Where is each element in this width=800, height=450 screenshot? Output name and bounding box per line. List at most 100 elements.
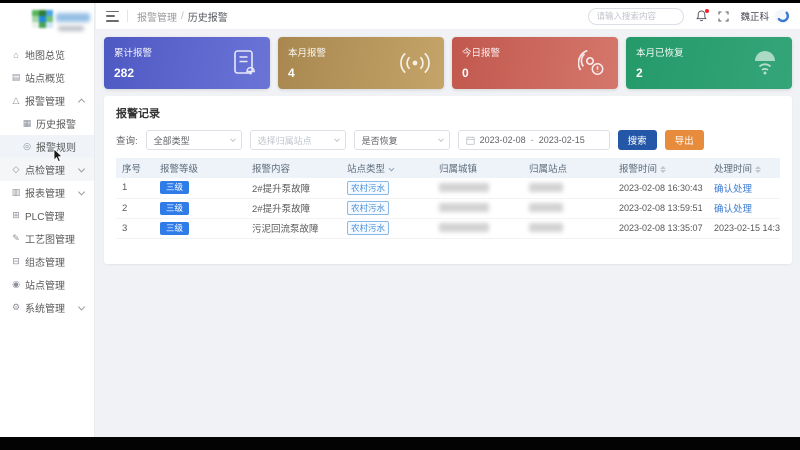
query-label: 查询:	[116, 136, 138, 147]
breadcrumb-parent[interactable]: 报警管理	[137, 9, 177, 24]
global-search[interactable]	[588, 7, 685, 25]
panel-title: 报警记录	[116, 108, 160, 120]
sidebar-item-label: 站点概览	[25, 74, 65, 85]
stat-card-total-alarms: 累计报警 282	[104, 37, 270, 89]
chevron-down-icon	[333, 136, 340, 143]
sidebar-item-label: 报警规则	[36, 143, 76, 154]
filter-chevron-icon[interactable]	[388, 165, 395, 172]
censored-site	[529, 183, 563, 193]
sidebar-item-label: 地图总览	[25, 51, 65, 62]
sort-icon[interactable]	[660, 165, 667, 173]
col-handle-time[interactable]: 处理时间	[708, 158, 780, 178]
col-site-type[interactable]: 站点类型	[341, 158, 433, 178]
censored-site	[529, 203, 563, 213]
alarm-type-select[interactable]: 全部类型	[145, 130, 242, 150]
confirm-handle-link[interactable]: 确认处理	[714, 204, 752, 215]
table-row: 2 三级 2#提升泵故障 农村污水 2023-02-08 13:59:51 确认…	[116, 198, 780, 219]
sidebar-item-site-overview[interactable]: ▤ 站点概览	[0, 66, 94, 89]
cell-handle-time: 2023-02-15 14:34:10	[708, 218, 780, 239]
collapse-menu-icon[interactable]	[106, 10, 119, 22]
sidebar-item-alarm-management[interactable]: △ 报警管理	[0, 89, 94, 112]
username[interactable]: 魏正科	[740, 9, 769, 23]
table-row: 1 三级 2#提升泵故障 农村污水 2023-02-08 16:30:43 确认…	[116, 178, 780, 199]
censored-town	[439, 223, 489, 233]
alarm-records-table: 序号 报警等级 报警内容 站点类型 归属城镇 归属站点 报警时间 处理时间 1 …	[116, 158, 780, 239]
cell-content: 2#提升泵故障	[246, 178, 341, 199]
censored-site	[529, 223, 563, 233]
cell-no: 3	[116, 218, 154, 239]
app-logo	[0, 3, 94, 37]
sort-icon[interactable]	[755, 165, 762, 173]
sidebar-item-process-diagram-management[interactable]: ✎ 工艺图管理	[0, 227, 94, 250]
configuration-icon: ⊟	[12, 256, 20, 266]
export-button[interactable]: 导出	[664, 130, 704, 150]
sidebar-item-inspection-management[interactable]: ◇ 点检管理	[0, 158, 94, 181]
level-badge: 三级	[160, 201, 190, 215]
search-input[interactable]	[596, 11, 677, 21]
date-end: 2023-02-15	[538, 135, 585, 145]
stat-card-today-alarms: 今日报警 0	[452, 37, 618, 89]
broadcast-icon	[400, 52, 430, 74]
alarm-type-select-value: 全部类型	[153, 135, 190, 146]
confirm-handle-link[interactable]: 确认处理	[714, 184, 752, 195]
cell-alarm-time: 2023-02-08 13:59:51	[613, 198, 708, 219]
history-alarm-icon: ▦	[22, 118, 32, 128]
recover-status-select[interactable]: 是否恢复	[353, 130, 450, 150]
sidebar-item-alarm-rules[interactable]: ◎ 报警规则	[0, 135, 94, 158]
chevron-down-icon	[437, 136, 444, 143]
sidebar-item-label: 站点管理	[25, 281, 65, 292]
sidebar-item-label: 历史报警	[36, 120, 76, 131]
sidebar-item-label: PLC管理	[25, 212, 65, 223]
map-icon: ⌂	[13, 49, 19, 60]
alert-signal-icon	[578, 49, 604, 75]
logo-subtext-blurred	[58, 26, 84, 31]
stat-card-recovered: 本月已恢复 2	[626, 37, 792, 89]
sidebar-item-label: 工艺图管理	[25, 235, 75, 246]
col-content: 报警内容	[246, 158, 341, 178]
logo-pixel-mark	[32, 10, 53, 28]
cell-content: 2#提升泵故障	[246, 198, 341, 219]
date-range-picker[interactable]: 2023-02-08 - 2023-02-15	[457, 130, 610, 150]
col-site: 归属站点	[523, 158, 613, 178]
sidebar-item-system-management[interactable]: ⚙ 系统管理	[0, 296, 94, 319]
breadcrumb-current: 历史报警	[187, 12, 228, 24]
process-diagram-icon: ✎	[12, 233, 20, 243]
col-alarm-time[interactable]: 报警时间	[613, 158, 708, 178]
search-button[interactable]: 搜索	[617, 130, 657, 150]
site-select[interactable]: 选择归属站点	[249, 130, 346, 150]
sidebar-item-site-management[interactable]: ◉ 站点管理	[0, 273, 94, 296]
system-icon: ⚙	[11, 302, 21, 312]
calendar-icon	[465, 135, 475, 145]
level-badge: 三级	[160, 181, 190, 195]
sidebar-item-map-overview[interactable]: ⌂ 地图总览	[0, 43, 94, 66]
site-type-tag: 农村污水	[347, 201, 390, 215]
alarm-document-icon	[234, 50, 255, 75]
chevron-down-icon	[77, 187, 86, 196]
sidebar-item-history-alarms[interactable]: ▦ 历史报警	[0, 112, 94, 135]
letterbox-bottom	[0, 437, 800, 450]
sidebar-item-label: 点检管理	[25, 166, 65, 177]
site-type-tag: 农村污水	[347, 221, 390, 235]
chevron-down-icon	[77, 302, 86, 311]
avatar[interactable]	[775, 8, 790, 24]
level-badge: 三级	[160, 221, 190, 235]
recover-status-select-value: 是否恢复	[361, 135, 398, 146]
notification-bell-icon[interactable]	[696, 9, 710, 22]
recovered-icon	[755, 51, 775, 75]
censored-town	[439, 203, 489, 213]
cell-alarm-time: 2023-02-08 13:35:07	[613, 218, 708, 239]
chevron-down-icon	[77, 164, 86, 173]
sidebar-item-report-management[interactable]: ▥ 报表管理	[0, 181, 94, 204]
logo-text-blurred	[56, 13, 90, 22]
app-window: ⌂ 地图总览 ▤ 站点概览 △ 报警管理 ▦ 历史报警 ◎ 报警规则 ◇ 点检管…	[0, 3, 800, 437]
col-no: 序号	[116, 158, 154, 178]
alarm-records-panel: 报警记录 查询: 全部类型 选择归属站点 是否恢复 2023-02-08 - 2…	[104, 96, 792, 264]
plc-icon: ⊞	[12, 210, 20, 220]
chevron-up-icon	[77, 97, 86, 106]
date-separator: -	[530, 135, 534, 145]
sidebar-item-configuration-management[interactable]: ⊟ 组态管理	[0, 250, 94, 273]
fullscreen-icon[interactable]	[718, 10, 730, 22]
site-management-icon: ◉	[12, 279, 20, 289]
notification-dot	[705, 9, 710, 13]
sidebar-item-plc-management[interactable]: ⊞ PLC管理	[0, 204, 94, 227]
